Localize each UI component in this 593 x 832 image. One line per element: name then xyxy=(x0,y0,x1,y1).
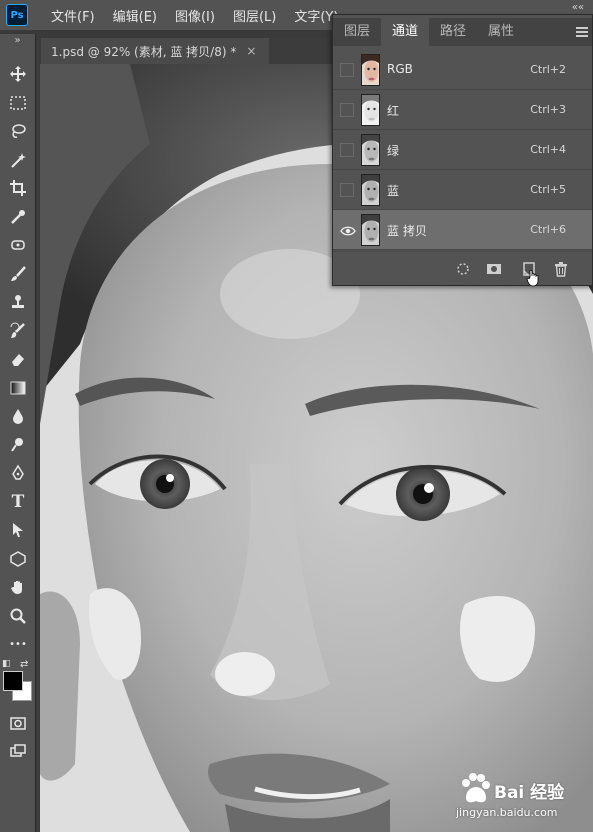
channel-list: RGB Ctrl+2 红 Ctrl+3 绿 Ctrl+4 蓝 Ctrl+5 蓝 … xyxy=(333,50,592,250)
type-icon[interactable]: T xyxy=(0,488,36,517)
tab-layers[interactable]: 图层 xyxy=(333,18,381,46)
watermark-url: jingyan.baidu.com xyxy=(456,806,558,819)
swap-colors-icon[interactable]: ⇄ xyxy=(20,659,28,670)
visibility-toggle[interactable] xyxy=(340,183,354,197)
channel-name: RGB xyxy=(387,62,413,76)
save-selection-icon[interactable] xyxy=(486,261,502,277)
watermark-title: Bai 经验 xyxy=(494,783,565,803)
channel-shortcut: Ctrl+5 xyxy=(530,183,566,196)
close-icon[interactable]: × xyxy=(246,44,256,58)
channel-thumbnail xyxy=(361,94,380,126)
more-icon[interactable]: ••• xyxy=(0,630,36,659)
channels-panel: «« 图层 通道 路径 属性 RGB Ctrl+2 红 Ctrl+3 绿 Ctr… xyxy=(332,2,593,287)
tab-properties[interactable]: 属性 xyxy=(477,18,525,46)
toolbar-collapse-icon[interactable]: » xyxy=(0,34,35,60)
channel-shortcut: Ctrl+6 xyxy=(530,223,566,236)
crop-icon[interactable] xyxy=(0,174,36,203)
magic-wand-icon[interactable] xyxy=(0,146,36,175)
foreground-color-swatch[interactable] xyxy=(3,670,23,691)
marquee-icon[interactable] xyxy=(0,89,36,118)
visibility-toggle[interactable] xyxy=(340,103,354,117)
shape-icon[interactable] xyxy=(0,545,36,574)
channels-panel-footer xyxy=(333,251,592,287)
channel-thumbnail xyxy=(361,214,380,246)
panel-menu-icon[interactable] xyxy=(576,27,588,37)
panel-collapse-icon[interactable]: «« xyxy=(572,2,584,13)
hand-cursor-icon xyxy=(526,269,540,291)
paw-logo-icon xyxy=(462,773,490,803)
clone-stamp-icon[interactable] xyxy=(0,288,36,317)
channel-name: 蓝 xyxy=(387,184,400,198)
menu-layer[interactable]: 图层(L) xyxy=(224,6,285,25)
zoom-icon[interactable] xyxy=(0,602,36,631)
hand-icon[interactable] xyxy=(0,573,36,602)
color-swatches[interactable]: ◧ ⇄ xyxy=(0,659,36,709)
gradient-icon[interactable] xyxy=(0,374,36,403)
move-icon[interactable] xyxy=(0,60,36,89)
channel-thumbnail xyxy=(361,134,380,166)
lasso-icon[interactable] xyxy=(0,117,36,146)
channel-row-red[interactable]: 红 Ctrl+3 xyxy=(333,90,592,130)
channel-shortcut: Ctrl+4 xyxy=(530,143,566,156)
default-colors-icon[interactable]: ◧ xyxy=(2,659,11,669)
channel-row-blue[interactable]: 蓝 Ctrl+5 xyxy=(333,170,592,210)
document-tab[interactable]: 1.psd @ 92% (素材, 蓝 拷贝/8) * × xyxy=(41,38,269,64)
baidu-watermark: Bai 经验 jingyan.baidu.com xyxy=(456,770,586,826)
channel-name: 绿 xyxy=(387,144,400,158)
channel-name: 红 xyxy=(387,104,400,118)
blur-icon[interactable] xyxy=(0,402,36,431)
channel-row-blue-copy[interactable]: 蓝 拷贝 Ctrl+6 xyxy=(333,210,592,250)
eye-icon[interactable] xyxy=(340,223,356,237)
tab-paths[interactable]: 路径 xyxy=(429,18,477,46)
dodge-icon[interactable] xyxy=(0,431,36,460)
eraser-icon[interactable] xyxy=(0,345,36,374)
tab-channels[interactable]: 通道 xyxy=(381,18,430,46)
screen-mode-icon[interactable] xyxy=(0,737,36,766)
channel-thumbnail xyxy=(361,54,380,86)
eyedropper-icon[interactable] xyxy=(0,203,36,232)
menu-edit[interactable]: 编辑(E) xyxy=(104,6,166,25)
photoshop-logo-icon: Ps xyxy=(6,4,28,26)
panel-tabs: 图层 通道 路径 属性 xyxy=(333,18,592,46)
channel-thumbnail xyxy=(361,174,380,206)
visibility-toggle[interactable] xyxy=(340,143,354,157)
delete-icon[interactable] xyxy=(553,261,569,277)
channel-shortcut: Ctrl+3 xyxy=(530,103,566,116)
path-selection-icon[interactable] xyxy=(0,516,36,545)
load-selection-icon[interactable] xyxy=(455,261,471,277)
brush-icon[interactable] xyxy=(0,260,36,289)
pen-icon[interactable] xyxy=(0,459,36,488)
menu-image[interactable]: 图像(I) xyxy=(166,6,224,25)
quick-mask-icon[interactable] xyxy=(0,709,36,738)
photoshop-window: Ps 文件(F) 编辑(E) 图像(I) 图层(L) 文字(Y) 1.psd @… xyxy=(0,0,593,832)
channel-shortcut: Ctrl+2 xyxy=(530,63,566,76)
tools-panel: » T ••• ◧ ⇄ xyxy=(0,34,36,832)
healing-brush-icon[interactable] xyxy=(0,231,36,260)
document-tab-title: 1.psd @ 92% (素材, 蓝 拷贝/8) * xyxy=(51,44,237,59)
channel-name: 蓝 拷贝 xyxy=(387,224,427,238)
visibility-toggle[interactable] xyxy=(340,63,354,77)
menu-file[interactable]: 文件(F) xyxy=(42,6,104,25)
channel-row-green[interactable]: 绿 Ctrl+4 xyxy=(333,130,592,170)
history-brush-icon[interactable] xyxy=(0,317,36,346)
channel-row-rgb[interactable]: RGB Ctrl+2 xyxy=(333,50,592,90)
